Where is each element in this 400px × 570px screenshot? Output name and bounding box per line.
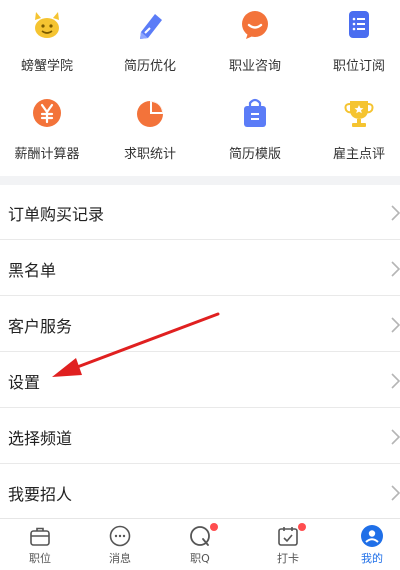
menu-item-blacklist[interactable]: 黑名单: [0, 241, 400, 296]
tool-label: 薪酬计算器: [14, 147, 80, 162]
tool-career-consult[interactable]: 职业咨询: [208, 0, 308, 88]
tool-label: 简历优化: [123, 59, 176, 74]
tab-job-q[interactable]: 职Q: [160, 519, 240, 570]
tab-label: 我的: [361, 552, 383, 565]
tool-employer-review[interactable]: 雇主点评: [312, 88, 400, 176]
menu-item-select-channel[interactable]: 选择频道: [0, 409, 400, 464]
tool-resume-optimize[interactable]: 简历优化: [103, 0, 203, 88]
menu-item-label: 订单购买记录: [8, 205, 105, 224]
menu-item-label: 我要招人: [8, 485, 73, 504]
q-bubble-icon: [190, 526, 210, 546]
menu-item-label: 客户服务: [8, 317, 73, 336]
tools-row: 薪酬计算器 求职统计 简历模版 雇主点评: [0, 88, 400, 176]
menu-item-label: 选择频道: [8, 429, 73, 448]
menu-item-label: 设置: [8, 373, 41, 392]
tool-label: 螃蟹学院: [20, 59, 73, 74]
calendar-icon: [278, 527, 298, 546]
tab-mine[interactable]: 我的: [332, 519, 400, 570]
list-doc-icon: [349, 11, 369, 38]
chevron-right-icon: [391, 317, 400, 333]
menu-item-label: 黑名单: [8, 261, 57, 280]
message-icon: [109, 525, 131, 547]
menu-item-order-history[interactable]: 订单购买记录: [0, 185, 400, 240]
tool-crab-academy[interactable]: 螃蟹学院: [0, 0, 100, 88]
chevron-right-icon: [391, 373, 400, 389]
chevron-right-icon: [391, 261, 400, 277]
pencil-icon: [140, 14, 162, 39]
tool-label: 雇主点评: [332, 147, 385, 162]
notification-badge: [298, 523, 306, 531]
tab-label: 职Q: [190, 552, 210, 565]
menu-item-recruit[interactable]: 我要招人: [0, 465, 400, 520]
tools-row: 螃蟹学院 简历优化 职业咨询 职位订阅: [0, 0, 400, 88]
tool-resume-template[interactable]: 简历模版: [208, 88, 308, 176]
chevron-right-icon: [391, 485, 400, 501]
chevron-right-icon: [391, 205, 400, 221]
menu-item-customer-service[interactable]: 客户服务: [0, 297, 400, 352]
tab-label: 打卡: [277, 552, 299, 565]
tool-label: 求职统计: [123, 147, 176, 162]
tool-label: 职位订阅: [332, 59, 385, 74]
briefcase-icon: [30, 527, 50, 546]
tool-salary-calculator[interactable]: 薪酬计算器: [0, 88, 100, 176]
chevron-right-icon: [391, 429, 400, 445]
tools-grid: 螃蟹学院 简历优化 职业咨询 职位订阅 薪酬计算器 求职统计 简历模版 雇主点评: [0, 0, 400, 176]
tool-label: 简历模版: [228, 147, 281, 162]
tool-job-subscribe[interactable]: 职位订阅: [312, 0, 400, 88]
yen-coin-icon: [33, 99, 61, 127]
tab-label: 职位: [29, 552, 51, 565]
section-divider: [0, 176, 400, 185]
tab-messages[interactable]: 消息: [80, 519, 160, 570]
shopping-bag-icon: [244, 98, 266, 127]
tab-label: 消息: [109, 552, 131, 565]
tool-job-stats[interactable]: 求职统计: [103, 88, 203, 176]
tab-jobs[interactable]: 职位: [0, 519, 80, 570]
trophy-icon: [344, 101, 374, 127]
bottom-tab-bar: 职位 消息 职Q 打卡 我的: [0, 518, 400, 570]
crab-icon: [35, 12, 59, 38]
notification-badge: [210, 523, 218, 531]
menu-item-settings[interactable]: 设置: [0, 353, 400, 408]
chat-bubble-icon: [242, 11, 268, 39]
profile-icon: [361, 525, 383, 547]
pie-chart-icon: [137, 101, 163, 127]
tool-label: 职业咨询: [228, 59, 281, 74]
tab-check-in[interactable]: 打卡: [248, 519, 328, 570]
